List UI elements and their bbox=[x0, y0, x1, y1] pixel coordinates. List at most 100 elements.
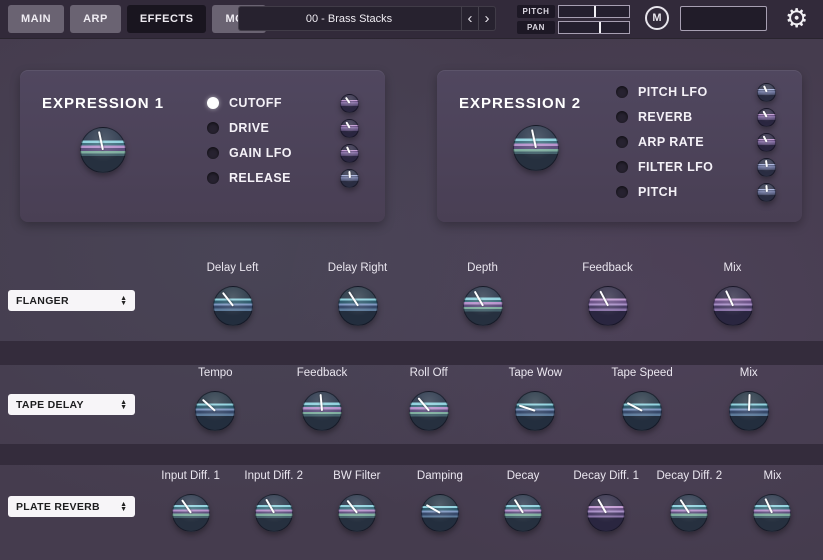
pitch-slider-thumb[interactable] bbox=[594, 6, 596, 17]
knob-cell: Damping bbox=[398, 470, 481, 532]
expression-panels: EXPRESSION 1CUTOFFDRIVEGAIN LFORELEASEEX… bbox=[20, 70, 802, 222]
knob-label: Decay Diff. 1 bbox=[573, 470, 639, 482]
knob-cell: Mix bbox=[670, 262, 795, 326]
knob-cell: Decay Diff. 1 bbox=[565, 470, 648, 532]
target-radio[interactable] bbox=[207, 122, 219, 134]
knob-cell: Mix bbox=[731, 470, 814, 532]
knob-decay-diff-2[interactable] bbox=[670, 494, 708, 532]
knob-depth[interactable] bbox=[463, 286, 503, 326]
knob-arp-rate[interactable] bbox=[757, 133, 776, 152]
target-radio[interactable] bbox=[207, 97, 219, 109]
mono-button[interactable]: M bbox=[645, 6, 669, 30]
target-radio[interactable] bbox=[207, 172, 219, 184]
knob-pointer-indicator bbox=[519, 405, 536, 412]
knob-tempo[interactable] bbox=[195, 391, 235, 431]
target-label: RELEASE bbox=[229, 171, 340, 185]
knob-mix[interactable] bbox=[753, 494, 791, 532]
knob-label: Damping bbox=[417, 470, 463, 482]
knob-input-diff-1[interactable] bbox=[172, 494, 210, 532]
target-label: FILTER LFO bbox=[638, 160, 757, 174]
knob-label: BW Filter bbox=[333, 470, 380, 482]
effect-knob-strip: Input Diff. 1Input Diff. 2 BW Filter Dampi… bbox=[149, 465, 814, 532]
target-radio[interactable] bbox=[616, 161, 628, 173]
knob-pointer-indicator bbox=[762, 85, 767, 93]
knob-release[interactable] bbox=[340, 169, 359, 188]
knob-pointer-indicator bbox=[725, 290, 734, 306]
tab-main[interactable]: MAIN bbox=[8, 5, 64, 33]
knob-pitch-lfo[interactable] bbox=[757, 83, 776, 102]
target-radio[interactable] bbox=[616, 186, 628, 198]
tab-effects[interactable]: EFFECTS bbox=[127, 5, 207, 33]
target-radio[interactable] bbox=[616, 111, 628, 123]
knob-label: Tape Wow bbox=[509, 367, 562, 379]
knob-mix[interactable] bbox=[729, 391, 769, 431]
dropdown-arrows-icon bbox=[120, 296, 127, 306]
knob-filter-lfo[interactable] bbox=[757, 158, 776, 177]
knob-pitch[interactable] bbox=[757, 183, 776, 202]
pitch-row: PITCH bbox=[517, 5, 630, 18]
knob-reverb[interactable] bbox=[757, 108, 776, 127]
top-bar: MAINARPEFFECTSMOD 00 - Brass Stacks ‹ › … bbox=[0, 0, 823, 38]
expression-target-row: PITCH LFO bbox=[616, 82, 776, 102]
knob-cell: Feedback bbox=[269, 367, 376, 431]
knob-decay-diff-1[interactable] bbox=[587, 494, 625, 532]
effect-type-dropdown[interactable]: TAPE DELAY bbox=[8, 394, 135, 415]
knob-feedback[interactable] bbox=[302, 391, 342, 431]
knob-pointer-indicator bbox=[346, 500, 357, 514]
expression-panel: EXPRESSION 2PITCH LFOREVERBARP RATEFILTE… bbox=[437, 70, 802, 222]
target-radio[interactable] bbox=[616, 86, 628, 98]
knob-feedback[interactable] bbox=[588, 286, 628, 326]
knob-label: Feedback bbox=[582, 262, 633, 274]
knob-cell: Delay Left bbox=[170, 262, 295, 326]
expression-amount-knob[interactable] bbox=[513, 125, 559, 171]
knob-pointer-indicator bbox=[680, 499, 690, 513]
effect-row: TAPE DELAY TempoFeedback Roll Off Tape Wow T… bbox=[0, 365, 823, 444]
preset-next-button[interactable]: › bbox=[478, 7, 495, 30]
knob-cell: Tempo bbox=[162, 367, 269, 431]
settings-gear-icon[interactable]: ⚙ bbox=[785, 3, 808, 34]
knob-cell: Input Diff. 2 bbox=[232, 470, 315, 532]
knob-pointer-indicator bbox=[531, 129, 537, 148]
knob-damping[interactable] bbox=[421, 494, 459, 532]
knob-pointer-indicator bbox=[514, 499, 524, 513]
knob-input-diff-2[interactable] bbox=[255, 494, 293, 532]
synth-plugin-window: MAINARPEFFECTSMOD 00 - Brass Stacks ‹ › … bbox=[0, 0, 823, 560]
knob-pointer-indicator bbox=[181, 499, 192, 513]
knob-cutoff[interactable] bbox=[340, 94, 359, 113]
target-radio[interactable] bbox=[207, 147, 219, 159]
knob-tape-wow[interactable] bbox=[515, 391, 555, 431]
knob-pointer-indicator bbox=[426, 504, 441, 514]
knob-decay[interactable] bbox=[504, 494, 542, 532]
pitch-slider[interactable] bbox=[558, 5, 630, 18]
effect-type-dropdown[interactable]: FLANGER bbox=[8, 290, 135, 311]
knob-cell: Tape Speed bbox=[589, 367, 696, 431]
target-radio[interactable] bbox=[616, 136, 628, 148]
effect-type-label: TAPE DELAY bbox=[16, 399, 120, 411]
target-label: PITCH bbox=[638, 185, 757, 199]
preset-selector[interactable]: 00 - Brass Stacks ‹ › bbox=[238, 6, 496, 31]
effect-row: FLANGERDelay LeftDelay RightDepthFeedbac… bbox=[0, 251, 823, 341]
pan-slider-thumb[interactable] bbox=[599, 22, 601, 33]
knob-roll-off[interactable] bbox=[409, 391, 449, 431]
expression-target-row: DRIVE bbox=[207, 118, 359, 138]
knob-drive[interactable] bbox=[340, 119, 359, 138]
expression-target-row: ARP RATE bbox=[616, 132, 776, 152]
knob-mix[interactable] bbox=[713, 286, 753, 326]
preset-prev-button[interactable]: ‹ bbox=[461, 7, 478, 30]
target-label: REVERB bbox=[638, 110, 757, 124]
effect-type-dropdown[interactable]: PLATE REVERB bbox=[8, 496, 135, 517]
knob-pointer-indicator bbox=[221, 292, 233, 306]
tab-arp[interactable]: ARP bbox=[70, 5, 121, 33]
effect-knob-strip: Delay LeftDelay RightDepthFeedbackMix bbox=[170, 251, 795, 326]
knob-cell: Input Diff. 1 bbox=[149, 470, 232, 532]
knob-label: Roll Off bbox=[410, 367, 448, 379]
knob-bw-filter[interactable] bbox=[338, 494, 376, 532]
knob-tape-speed[interactable] bbox=[622, 391, 662, 431]
expression-amount-knob[interactable] bbox=[80, 127, 126, 173]
pan-slider[interactable] bbox=[558, 21, 630, 34]
knob-delay-right[interactable] bbox=[338, 286, 378, 326]
knob-delay-left[interactable] bbox=[213, 286, 253, 326]
knob-label: Depth bbox=[467, 262, 498, 274]
knob-gain-lfo[interactable] bbox=[340, 144, 359, 163]
pitch-label: PITCH bbox=[517, 5, 555, 18]
